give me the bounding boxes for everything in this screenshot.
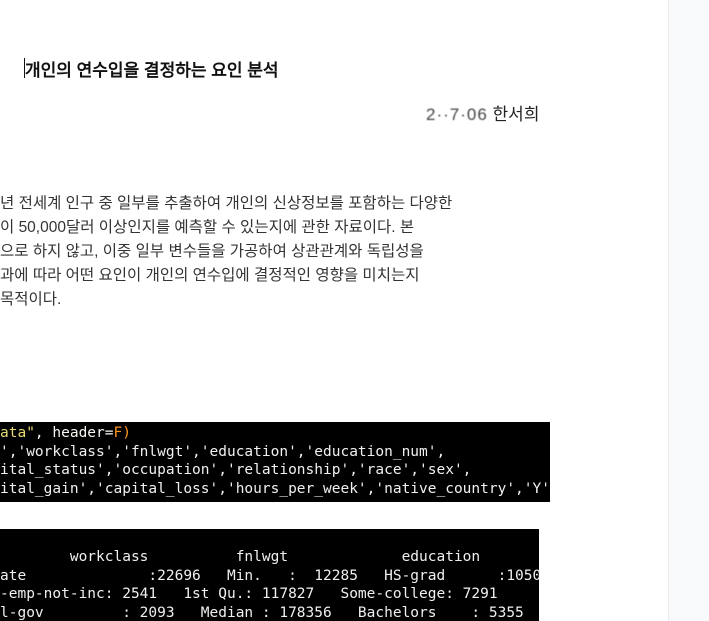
code-block-summary-output[interactable]: workclass fnlwgt education ate :22696 Mi… — [0, 529, 539, 621]
code-string: ata" — [0, 425, 35, 441]
output-line: l-gov : 2093 Median : 178356 Bachelors :… — [0, 604, 524, 621]
paragraph-line: 년 전세계 인구 중 일부를 추출하여 개인의 신상정보를 포함하는 다양한 — [0, 195, 453, 212]
code-block-read-data[interactable]: ata", header=F) ','workclass','fnlwgt','… — [0, 422, 550, 502]
author-name: 한서희 — [492, 105, 540, 124]
code-line: ital_gain','capital_loss','hours_per_wee… — [0, 480, 550, 497]
author-line[interactable]: 2··7·06 한서희 — [426, 100, 556, 125]
code-keyword: F) — [113, 425, 131, 441]
right-gutter — [668, 0, 709, 621]
code-line: ital_status','occupation','relationship'… — [0, 462, 472, 478]
code-line: ata", header=F) — [0, 424, 550, 443]
output-line: workclass fnlwgt education — [0, 549, 481, 565]
paragraph-line: 과에 따라 어떤 요인이 개인의 연수입에 결정적인 영향을 미치는지 — [0, 267, 420, 284]
document-title[interactable]: 개인의 연수입을 결정하는 요인 분석 — [25, 56, 279, 81]
author-student-id: 2··7·06 — [426, 105, 488, 124]
output-line: ate :22696 Min. : 12285 HS-grad :10501 — [0, 567, 539, 584]
output-line: -emp-not-inc: 2541 1st Qu.: 117827 Some-… — [0, 586, 498, 602]
intro-paragraph[interactable]: 년 전세계 인구 중 일부를 추출하여 개인의 신상정보를 포함하는 다양한 이… — [0, 192, 560, 312]
code-line: ','workclass','fnlwgt','education','educ… — [0, 443, 446, 460]
paragraph-line: 으로 하지 않고, 이중 일부 변수들을 가공하여 상관관계와 독립성을 — [0, 243, 424, 260]
paragraph-line: 이 50,000달러 이상인지를 예측할 수 있는지에 관한 자료이다. 본 — [0, 219, 415, 236]
document-page: 개인의 연수입을 결정하는 요인 분석 2··7·06 한서희 년 전세계 인구… — [0, 0, 668, 621]
paragraph-line: 목적이다. — [0, 291, 62, 308]
code-text: , header= — [34, 425, 114, 441]
